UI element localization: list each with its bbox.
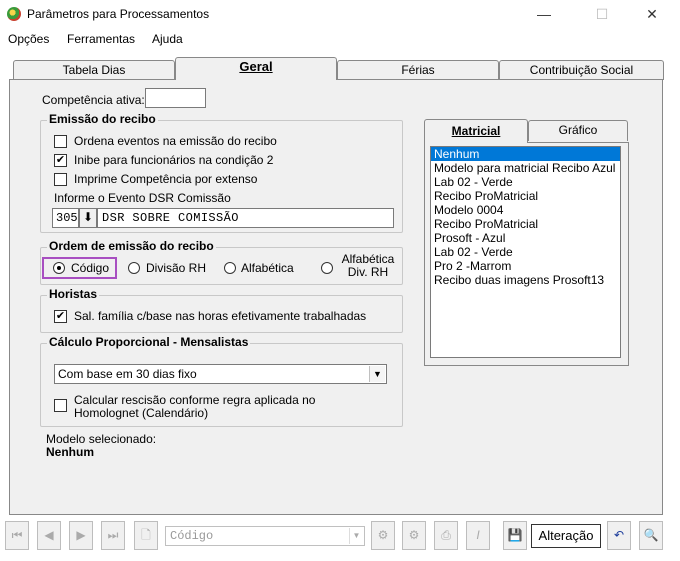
ordem-alfabetica-div-rh-label: Alfabética Div. RH (341, 252, 395, 279)
ordena-eventos-label: Ordena eventos na emissão do recibo (74, 134, 277, 148)
printer-icon[interactable]: ⎙ (434, 521, 458, 550)
tab-ferias[interactable]: Férias (337, 60, 499, 80)
horistas-title: Horistas (47, 287, 100, 301)
ordem-divisao-rh-radio[interactable] (128, 262, 140, 274)
tab-matricial[interactable]: Matricial (424, 119, 528, 143)
settings-gear-icon[interactable]: ⚙ (402, 521, 426, 550)
list-item[interactable]: Recibo ProMatricial (431, 189, 620, 203)
calculo-select[interactable]: Com base em 30 dias fixo ▼ (54, 364, 387, 384)
status-field: Alteração (531, 524, 601, 548)
competencia-input[interactable] (145, 88, 206, 108)
arrow-down-icon: ⬇ (82, 210, 94, 224)
tab-geral[interactable]: Geral (175, 57, 337, 80)
list-item[interactable]: Pro 2 -Marrom (431, 259, 620, 273)
chevron-down-icon: ▼ (349, 528, 363, 544)
dsr-description: DSR SOBRE COMISSÃO (97, 208, 394, 228)
ordem-title: Ordem de emissão do recibo (47, 239, 216, 253)
app-icon (7, 7, 21, 21)
imprime-competencia-label: Imprime Competência por extenso (74, 172, 258, 186)
dsr-comissao-label: Informe o Evento DSR Comissão (54, 191, 231, 205)
undo-icon[interactable]: ↶ (607, 521, 631, 550)
list-item[interactable]: Recibo duas imagens Prosoft13 (431, 273, 620, 287)
ordena-eventos-checkbox[interactable] (54, 135, 67, 148)
ordem-alfabetica-div-rh-radio[interactable] (321, 262, 333, 274)
binoculars-icon[interactable]: 🔍 (639, 521, 663, 550)
menu-ferramentas[interactable]: Ferramentas (67, 32, 135, 46)
model-list[interactable]: Nenhum Modelo para matricial Recibo Azul… (430, 146, 621, 358)
dsr-code-input[interactable]: 305 (52, 208, 79, 228)
list-item[interactable]: Modelo para matricial Recibo Azul (431, 161, 620, 175)
search-combo[interactable]: Código ▼ (165, 526, 365, 546)
menu-bar: Opções Ferramentas Ajuda (0, 30, 680, 49)
save-icon[interactable]: 💾 (503, 521, 527, 550)
emissao-group: Emissão do recibo Ordena eventos na emis… (40, 112, 403, 233)
ordem-codigo-radio[interactable] (53, 262, 65, 274)
tab-tabela-dias[interactable]: Tabela Dias (13, 60, 175, 80)
maximize-button[interactable]: ☐ (587, 3, 617, 25)
previous-record-icon[interactable]: ◀ (37, 521, 61, 550)
chevron-down-icon: ▼ (369, 366, 385, 382)
list-item[interactable]: Lab 02 - Verde (431, 175, 620, 189)
italic-icon[interactable]: I (466, 521, 490, 550)
calculo-select-value: Com base em 30 dias fixo (58, 367, 197, 381)
last-record-icon[interactable]: ⏭ (101, 521, 125, 550)
sal-familia-label: Sal. família c/base nas horas efetivamen… (74, 309, 367, 323)
ordem-alfabetica-label: Alfabética (241, 261, 294, 275)
minimize-button[interactable]: — (529, 3, 559, 25)
calcular-rescisao-checkbox[interactable] (54, 399, 67, 412)
tools-icon[interactable]: ⚙ (371, 521, 395, 550)
tab-grafico[interactable]: Gráfico (528, 120, 628, 141)
title-bar: Parâmetros para Processamentos — ☐ ✕ (0, 0, 680, 30)
inibe-funcionarios-label: Inibe para funcionários na condição 2 (74, 153, 274, 167)
list-item[interactable]: Nenhum (431, 147, 620, 161)
list-item[interactable]: Prosoft - Azul (431, 231, 620, 245)
menu-opcoes[interactable]: Opções (8, 32, 49, 46)
dsr-lookup-button[interactable]: ⬇ (79, 208, 97, 228)
close-button[interactable]: ✕ (637, 3, 667, 25)
calcular-rescisao-label: Calcular rescisão conforme regra aplicad… (74, 393, 316, 420)
competencia-label: Competência ativa: (42, 93, 145, 107)
inibe-funcionarios-checkbox[interactable]: ✔ (54, 154, 67, 167)
list-item[interactable]: Recibo ProMatricial (431, 217, 620, 231)
ordem-divisao-rh-label: Divisão RH (146, 261, 207, 275)
search-combo-value: Código (170, 529, 214, 543)
menu-ajuda[interactable]: Ajuda (152, 32, 183, 46)
modelo-selecionado-label: Modelo selecionado: (46, 432, 157, 446)
calculo-group: Cálculo Proporcional - Mensalistas Com b… (40, 335, 403, 427)
tab-contribuicao-social[interactable]: Contribuição Social (499, 60, 664, 80)
calculo-title: Cálculo Proporcional - Mensalistas (47, 335, 251, 349)
list-item[interactable]: Lab 02 - Verde (431, 245, 620, 259)
modelo-selecionado-value: Nenhum (46, 445, 94, 459)
sal-familia-checkbox[interactable]: ✔ (54, 310, 67, 323)
emissao-title: Emissão do recibo (47, 112, 158, 126)
window-title: Parâmetros para Processamentos (27, 7, 210, 21)
new-document-icon[interactable]: 🗋 (134, 521, 158, 550)
first-record-icon[interactable]: ⏮ (5, 521, 29, 550)
next-record-icon[interactable]: ▶ (69, 521, 93, 550)
ordem-group: Ordem de emissão do recibo Código Divisã… (40, 239, 403, 285)
list-item[interactable]: Modelo 0004 (431, 203, 620, 217)
ordem-alfabetica-radio[interactable] (224, 262, 236, 274)
ordem-codigo-label: Código (71, 261, 110, 275)
imprime-competencia-checkbox[interactable] (54, 173, 67, 186)
horistas-group: Horistas ✔ Sal. família c/base nas horas… (40, 287, 403, 333)
